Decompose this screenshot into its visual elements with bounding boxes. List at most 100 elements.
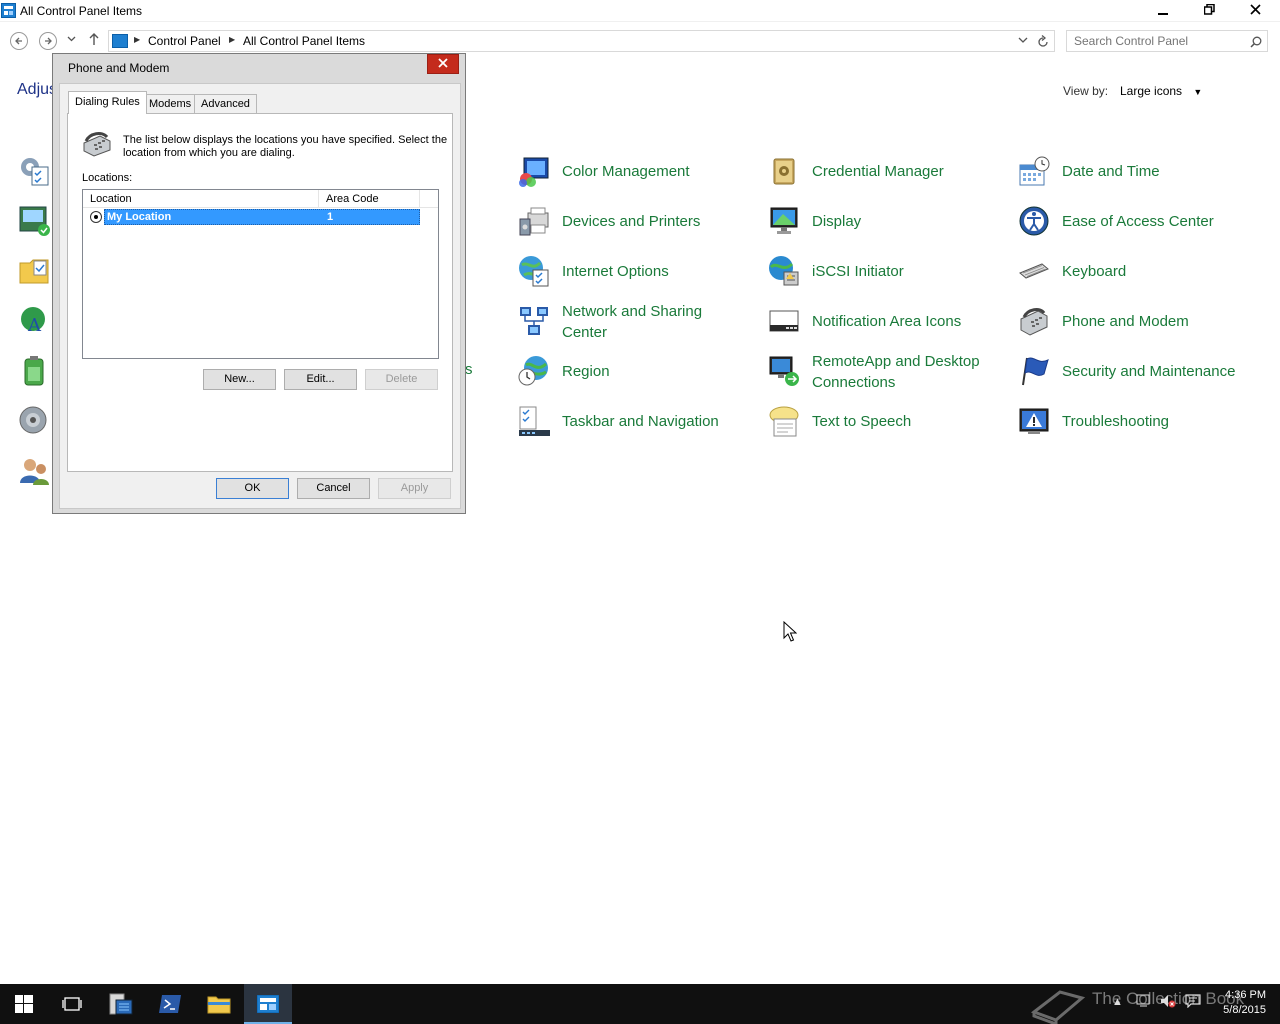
item-label: Taskbar and Navigation <box>562 413 719 430</box>
fonts-icon[interactable]: A <box>18 305 52 337</box>
column-header-area-code[interactable]: Area Code <box>319 190 420 208</box>
item-label: Region <box>562 363 610 380</box>
restore-button[interactable] <box>1186 0 1232 21</box>
address-bar[interactable]: ▶ Control Panel ▶ All Control Panel Item… <box>108 30 1055 52</box>
text-to-speech-icon <box>769 406 799 437</box>
administrative-tools-icon[interactable] <box>18 155 52 187</box>
close-icon <box>438 58 448 68</box>
network-icon[interactable] <box>1136 994 1152 1011</box>
mouse-cursor-icon <box>783 621 797 642</box>
action-center-icon[interactable] <box>1185 994 1201 1011</box>
forward-button[interactable] <box>39 32 57 50</box>
troubleshooting-icon <box>1019 408 1049 434</box>
default-location-radio[interactable] <box>90 211 102 223</box>
dropdown-caret-icon: ▼ <box>1193 87 1203 97</box>
dialing-rules-description: The list below displays the locations yo… <box>123 134 448 159</box>
list-header: Location Area Code <box>83 190 438 208</box>
ok-button[interactable]: OK <box>216 478 289 499</box>
breadcrumb-all-items[interactable]: All Control Panel Items <box>243 34 365 48</box>
edit-location-button[interactable]: Edit... <box>284 369 357 390</box>
restore-icon <box>1203 3 1215 15</box>
table-row[interactable]: My Location 1 <box>83 209 421 225</box>
close-icon <box>1249 4 1261 15</box>
view-by-dropdown[interactable]: Large icons ▼ <box>1120 84 1202 98</box>
item-label: Date and Time <box>1062 163 1160 180</box>
item-label: Ease of Access Center <box>1062 213 1214 230</box>
close-window-button[interactable] <box>1232 0 1278 21</box>
volume-muted-icon[interactable] <box>1160 994 1176 1011</box>
internet-options-icon <box>519 256 549 287</box>
apply-button[interactable]: Apply <box>378 478 451 499</box>
item-label: Notification Area Icons <box>812 313 962 330</box>
cancel-button[interactable]: Cancel <box>297 478 370 499</box>
dialog-body: Dialing Rules Modems Advanced The list b… <box>59 83 461 509</box>
item-label: RemoteApp and Desktop Connections <box>812 353 980 391</box>
show-hidden-icons-button[interactable]: ▲ <box>1112 996 1123 1008</box>
breadcrumb-control-panel[interactable]: Control Panel <box>148 34 221 48</box>
item-label: Devices and Printers <box>562 213 701 230</box>
taskbar-navigation-icon <box>519 406 550 436</box>
system-clock[interactable]: 4:36 PM 5/8/2015 <box>1210 988 1266 1018</box>
date-and-time-icon <box>1019 156 1050 186</box>
sound-icon[interactable] <box>18 405 52 437</box>
network-sharing-icon <box>520 307 548 335</box>
phone-icon <box>83 132 111 157</box>
tab-dialing-rules[interactable]: Dialing Rules <box>68 91 147 114</box>
window-titlebar: All Control Panel Items <box>0 0 1280 22</box>
locations-list[interactable]: Location Area Code My Location 1 <box>82 189 439 359</box>
recent-locations-button[interactable] <box>67 34 76 46</box>
folder-options-icon[interactable] <box>18 255 52 287</box>
taskbar: The Collection Book ▲ 4:36 PM 5/8/2015 <box>0 984 1280 1024</box>
folder-icon <box>207 996 231 1014</box>
item-label: Keyboard <box>1062 263 1127 280</box>
item-label: Internet Options <box>562 263 669 280</box>
locations-label: Locations: <box>82 172 133 184</box>
server-manager-button[interactable] <box>97 984 145 1024</box>
tab-modems[interactable]: Modems <box>142 94 199 113</box>
back-arrow-icon <box>15 37 22 45</box>
action-center-icon[interactable] <box>18 205 52 237</box>
file-explorer-button[interactable] <box>195 984 243 1024</box>
dialog-close-button[interactable] <box>427 54 459 74</box>
new-location-button[interactable]: New... <box>203 369 276 390</box>
search-icon[interactable] <box>1250 33 1262 51</box>
address-dropdown-button[interactable] <box>1018 35 1028 48</box>
watermark-book-icon <box>1030 990 1086 1024</box>
cell-area-code: 1 <box>327 211 334 223</box>
breadcrumb-separator-icon[interactable]: ▶ <box>229 35 235 44</box>
power-options-icon[interactable] <box>18 355 52 387</box>
refresh-button[interactable] <box>1037 33 1049 52</box>
view-by-value: Large icons <box>1120 84 1183 98</box>
partial-item-label[interactable]: s <box>465 361 473 378</box>
minimize-icon <box>1158 13 1168 15</box>
up-button[interactable] <box>88 32 100 49</box>
navigation-bar: ▶ Control Panel ▶ All Control Panel Item… <box>0 28 1280 54</box>
dialing-rules-panel: The list below displays the locations yo… <box>67 113 453 472</box>
start-button[interactable] <box>0 984 48 1024</box>
display-icon <box>770 207 798 234</box>
keyboard-icon <box>1019 263 1049 279</box>
cell-location: My Location <box>107 211 172 223</box>
delete-location-button[interactable]: Delete <box>365 369 438 390</box>
remoteapp-icon <box>769 356 799 386</box>
forward-arrow-icon <box>45 37 52 45</box>
control-panel-icon <box>1 3 16 18</box>
breadcrumb-separator-icon[interactable]: ▶ <box>134 35 140 44</box>
row-selection-highlight: My Location 1 <box>104 209 420 225</box>
item-label: Color Management <box>562 163 690 180</box>
column-header-location[interactable]: Location <box>83 190 319 208</box>
search-box[interactable] <box>1066 30 1268 52</box>
refresh-icon <box>1038 35 1048 47</box>
control-panel-taskbar-button[interactable] <box>244 984 292 1024</box>
region-icon <box>518 356 548 386</box>
view-by-label: View by: <box>1063 84 1109 98</box>
devices-and-printers-icon <box>519 207 549 236</box>
tab-advanced[interactable]: Advanced <box>194 94 257 113</box>
powershell-button[interactable] <box>146 984 194 1024</box>
user-accounts-icon[interactable] <box>18 455 52 487</box>
task-view-button[interactable] <box>48 984 96 1024</box>
minimize-button[interactable] <box>1140 0 1186 21</box>
back-button[interactable] <box>10 32 28 50</box>
clock-date: 5/8/2015 <box>1223 1004 1266 1016</box>
search-input[interactable] <box>1067 31 1245 51</box>
